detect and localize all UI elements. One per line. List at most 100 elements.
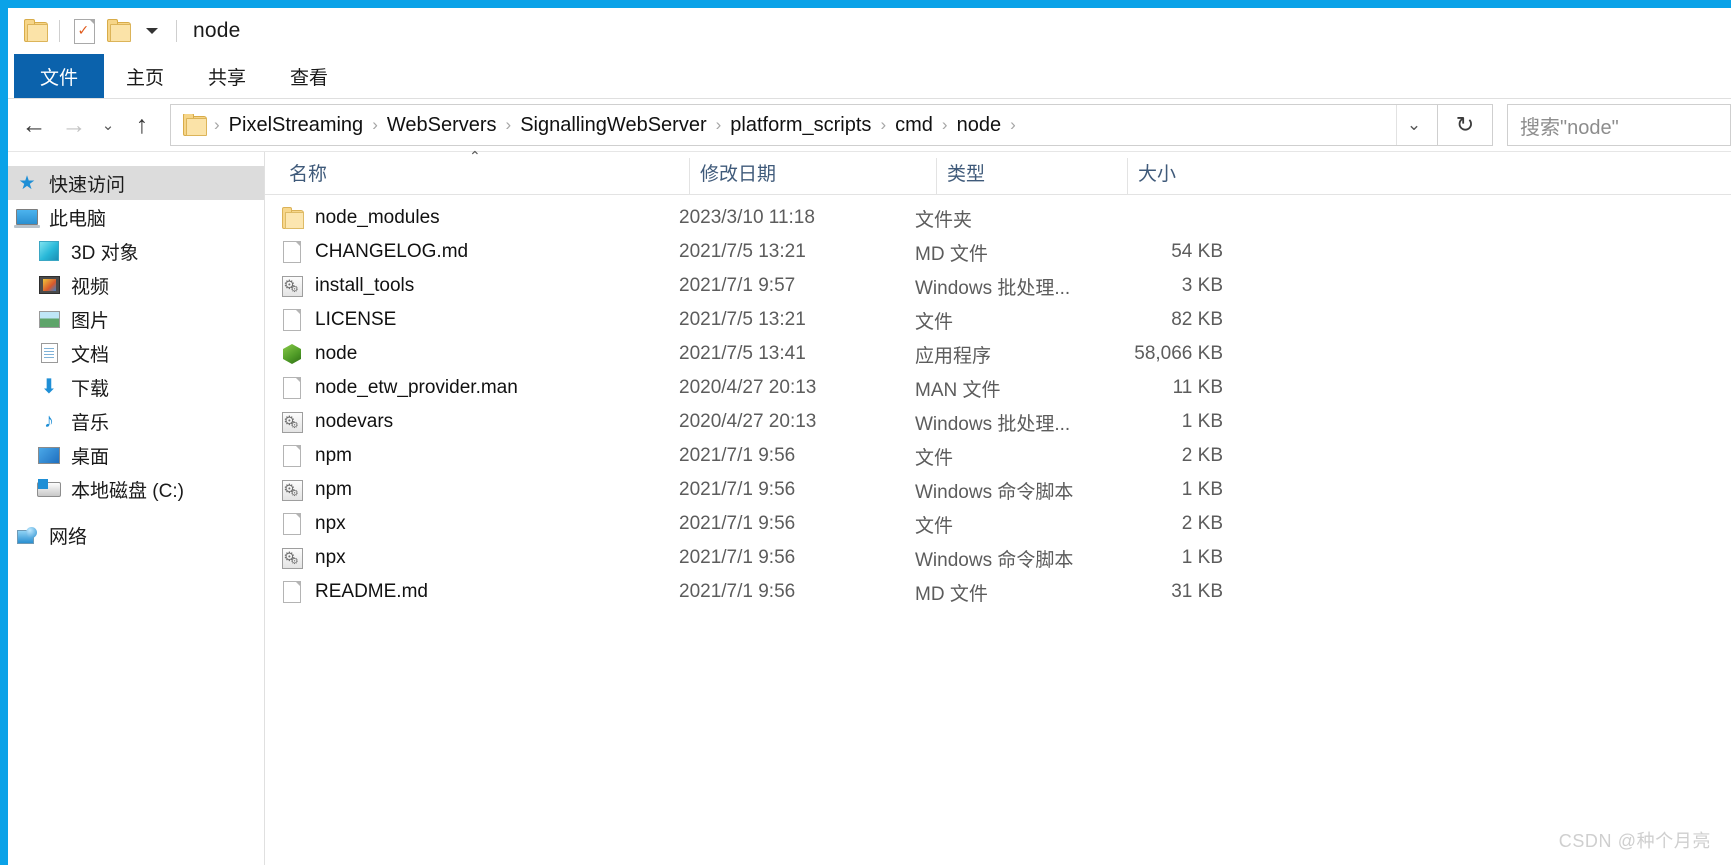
file-date: 2021/7/1 9:56 <box>679 445 796 466</box>
tab-file[interactable]: 文件 <box>14 54 105 98</box>
breadcrumb-separator[interactable]: › <box>501 115 517 135</box>
file-list-pane: ⌃ 名称 修改日期 类型 大小 node_modules 2023/3/10 1… <box>265 149 1731 865</box>
column-header-name[interactable]: ⌃ 名称 <box>279 149 689 194</box>
file-type: Windows 批处理... <box>915 277 1071 299</box>
title-bar: ✓ node <box>0 8 1731 54</box>
breadcrumb-separator[interactable]: › <box>875 115 891 135</box>
file-name: README.md <box>315 581 428 602</box>
new-folder-icon-button[interactable] <box>101 14 135 48</box>
file-type: 文件夹 <box>915 209 973 231</box>
breadcrumb-folder-icon <box>183 113 207 136</box>
file-size: 2 KB <box>1181 445 1223 466</box>
file-size: 58,066 KB <box>1134 343 1223 364</box>
navigation-pane: ★ 快速访问 此电脑 3D 对象 视频 图片 文档 ⬇ 下载 ♪ 音乐 桌面 本… <box>0 152 265 865</box>
breadcrumb-separator[interactable]: › <box>367 115 383 135</box>
file-type: MD 文件 <box>915 243 988 265</box>
table-row[interactable]: node 2021/7/5 13:41 应用程序 58,066 KB <box>265 337 1731 371</box>
table-row[interactable]: node_etw_provider.man 2020/4/27 20:13 MA… <box>265 371 1731 405</box>
ribbon-tabs: 文件 主页 共享 查看 <box>0 54 1731 99</box>
tab-share[interactable]: 共享 <box>186 54 268 98</box>
tab-view[interactable]: 查看 <box>268 54 350 98</box>
properties-checkmark-icon-button[interactable]: ✓ <box>67 14 101 48</box>
table-row[interactable]: node_modules 2023/3/10 11:18 文件夹 <box>265 201 1731 235</box>
table-row[interactable]: npx 2021/7/1 9:56 Windows 命令脚本 1 KB <box>265 541 1731 575</box>
column-header-date-modified[interactable]: 修改日期 <box>689 158 936 194</box>
file-name-cell: README.md <box>279 581 679 603</box>
sidebar-item-desktop[interactable]: 桌面 <box>0 438 264 472</box>
file-size: 1 KB <box>1181 479 1223 500</box>
desktop-icon <box>36 446 62 464</box>
sidebar-item-quick-access[interactable]: ★ 快速访问 <box>0 166 264 200</box>
file-type: Windows 命令脚本 <box>915 549 1074 571</box>
file-name-cell: LICENSE <box>279 309 679 331</box>
sidebar-item-videos[interactable]: 视频 <box>0 268 264 302</box>
this-pc-icon <box>14 209 40 228</box>
table-row[interactable]: CHANGELOG.md 2021/7/5 13:21 MD 文件 54 KB <box>265 235 1731 269</box>
breadcrumb-separator[interactable]: › <box>711 115 727 135</box>
breadcrumb-bar[interactable]: › PixelStreaming › WebServers › Signalli… <box>170 104 1438 146</box>
file-name: npm <box>315 445 352 466</box>
breadcrumb-item-platform-scripts[interactable]: platform_scripts <box>726 114 875 137</box>
watermark: CSDN @种个月亮 <box>1558 831 1711 851</box>
sidebar-item-label: 视频 <box>71 276 110 298</box>
file-name-cell: CHANGELOG.md <box>279 241 679 263</box>
breadcrumb-item-signallingwebserver[interactable]: SignallingWebServer <box>516 114 710 137</box>
sidebar-item-downloads[interactable]: ⬇ 下载 <box>0 370 264 404</box>
sort-ascending-icon: ⌃ <box>469 148 481 164</box>
breadcrumb-item-webservers[interactable]: WebServers <box>383 114 501 137</box>
sidebar-item-pictures[interactable]: 图片 <box>0 302 264 336</box>
sidebar-item-music[interactable]: ♪ 音乐 <box>0 404 264 438</box>
chevron-down-icon[interactable]: ⌄ <box>1396 105 1431 145</box>
forward-button[interactable]: → <box>54 105 94 145</box>
sidebar-item-label: 此电脑 <box>49 208 107 230</box>
column-header-label: 大小 <box>1138 164 1177 185</box>
3d-objects-icon <box>36 241 62 261</box>
table-row[interactable]: npm 2021/7/1 9:56 文件 2 KB <box>265 439 1731 473</box>
file-size: 82 KB <box>1171 309 1223 330</box>
sidebar-item-label: 本地磁盘 (C:) <box>71 480 184 502</box>
sidebar-item-documents[interactable]: 文档 <box>0 336 264 370</box>
file-type: Windows 批处理... <box>915 413 1071 435</box>
table-row[interactable]: install_tools 2021/7/1 9:57 Windows 批处理.… <box>265 269 1731 303</box>
breadcrumb-separator[interactable]: › <box>1005 115 1021 135</box>
file-size: 3 KB <box>1181 275 1223 296</box>
sidebar-item-label: 图片 <box>71 310 110 332</box>
file-type: 文件 <box>915 311 954 333</box>
file-name-cell: npm <box>279 445 679 467</box>
batch-file-icon <box>279 275 305 299</box>
breadcrumb-item-node[interactable]: node <box>953 114 1006 137</box>
breadcrumb-item-cmd[interactable]: cmd <box>891 114 937 137</box>
table-row[interactable]: npx 2021/7/1 9:56 文件 2 KB <box>265 507 1731 541</box>
file-name-cell: npm <box>279 479 679 503</box>
music-icon: ♪ <box>44 410 54 432</box>
file-rows: node_modules 2023/3/10 11:18 文件夹 CHANGEL… <box>265 195 1731 865</box>
sidebar-item-3d-objects[interactable]: 3D 对象 <box>0 234 264 268</box>
up-button[interactable]: ↑ <box>122 105 162 145</box>
folder-icon-button[interactable] <box>18 14 52 48</box>
back-button[interactable]: ← <box>14 105 54 145</box>
table-row[interactable]: LICENSE 2021/7/5 13:21 文件 82 KB <box>265 303 1731 337</box>
table-row[interactable]: npm 2021/7/1 9:56 Windows 命令脚本 1 KB <box>265 473 1731 507</box>
sidebar-item-network[interactable]: 网络 <box>0 518 264 552</box>
sidebar-item-this-pc[interactable]: 此电脑 <box>0 200 264 234</box>
column-header-size[interactable]: 大小 <box>1127 158 1266 194</box>
file-date: 2020/4/27 20:13 <box>679 377 817 398</box>
generic-file-icon <box>279 241 305 263</box>
sidebar-item-local-disk-c[interactable]: 本地磁盘 (C:) <box>0 472 264 506</box>
column-header-type[interactable]: 类型 <box>936 158 1127 194</box>
file-date: 2021/7/5 13:21 <box>679 241 806 262</box>
table-row[interactable]: nodevars 2020/4/27 20:13 Windows 批处理... … <box>265 405 1731 439</box>
file-name: LICENSE <box>315 309 397 330</box>
breadcrumb-item-pixelstreaming[interactable]: PixelStreaming <box>225 114 368 137</box>
refresh-button[interactable]: ↻ <box>1438 104 1493 146</box>
customize-dropdown-icon-button[interactable] <box>135 14 169 48</box>
search-input[interactable]: 搜索"node" <box>1507 104 1731 146</box>
table-row[interactable]: README.md 2021/7/1 9:56 MD 文件 31 KB <box>265 575 1731 609</box>
new-folder-icon <box>107 19 131 42</box>
breadcrumb-separator[interactable]: › <box>937 115 953 135</box>
sidebar-item-label: 音乐 <box>71 412 110 434</box>
file-name-cell: install_tools <box>279 275 679 299</box>
recent-locations-button[interactable]: ⌄ <box>94 105 122 145</box>
file-name-cell: nodevars <box>279 411 679 435</box>
tab-home[interactable]: 主页 <box>104 54 186 98</box>
